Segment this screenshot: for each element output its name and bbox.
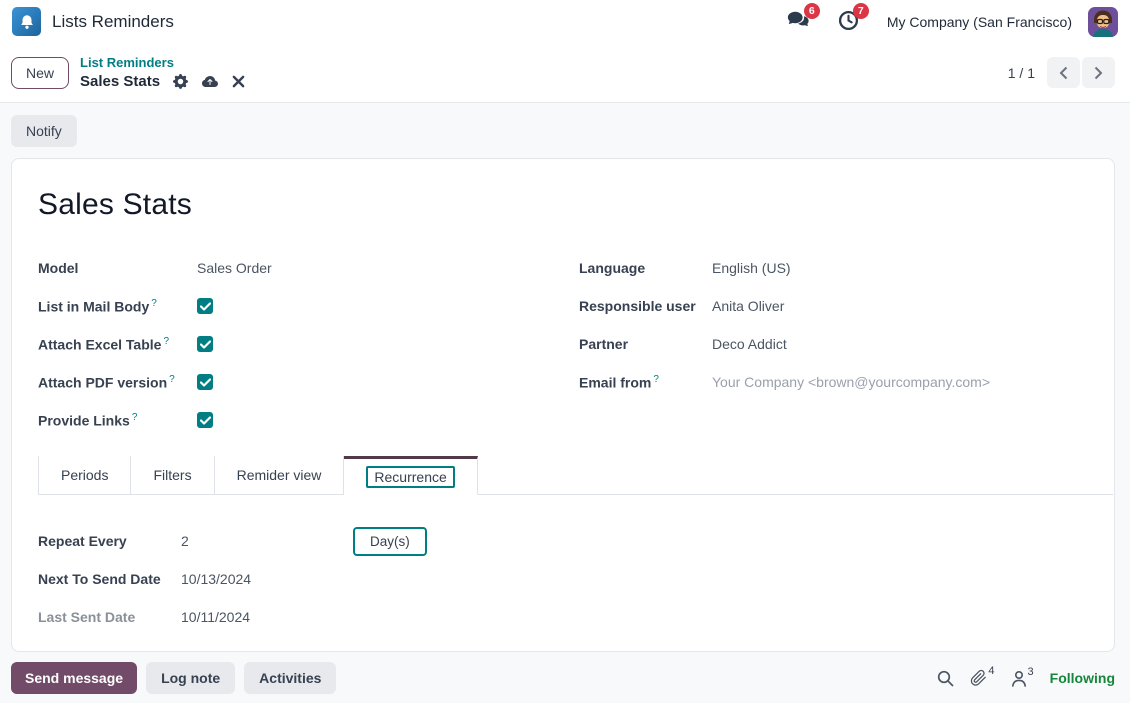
field-label: Next To Send Date bbox=[38, 571, 161, 587]
field-attach-pdf-version: Attach PDF version? bbox=[38, 363, 579, 401]
field-label: List in Mail Body? bbox=[38, 297, 157, 315]
notebook-tabs: Periods Filters Remider view Recurrence bbox=[38, 456, 1113, 495]
app-menu-icon[interactable] bbox=[12, 7, 41, 36]
field-label: Model bbox=[38, 260, 79, 276]
recurrence-tab-pane: Repeat Every 2 Day(s) Next To Send Date … bbox=[38, 495, 1114, 636]
paperclip-icon bbox=[971, 669, 987, 686]
pager-next-button[interactable] bbox=[1082, 57, 1115, 88]
email-from-value[interactable]: Your Company <brown@yourcompany.com> bbox=[712, 374, 990, 390]
new-button[interactable]: New bbox=[11, 56, 70, 89]
right-field-column: Language English (US) Responsible user A… bbox=[579, 249, 1114, 439]
activities-button[interactable]: Activities bbox=[244, 662, 337, 694]
form-sheet: Sales Stats Model Sales Order List in Ma… bbox=[11, 158, 1115, 652]
list-in-mail-body-checkbox[interactable] bbox=[197, 298, 213, 314]
search-icon bbox=[938, 670, 954, 686]
breadcrumb: List Reminders Sales Stats bbox=[80, 55, 245, 90]
field-label: Email from? bbox=[579, 373, 659, 391]
activities-menu[interactable]: 7 bbox=[838, 2, 869, 34]
tab-filters[interactable]: Filters bbox=[131, 456, 215, 494]
field-model: Model Sales Order bbox=[38, 249, 579, 287]
following-toggle[interactable]: Following bbox=[1050, 670, 1115, 686]
field-partner: Partner Deco Addict bbox=[579, 325, 1114, 363]
person-icon bbox=[1011, 670, 1026, 687]
attachments-count: 4 bbox=[988, 665, 995, 677]
field-label: Responsible user bbox=[579, 298, 696, 314]
model-value[interactable]: Sales Order bbox=[197, 260, 272, 276]
notify-button[interactable]: Notify bbox=[11, 115, 77, 147]
field-email-from: Email from? Your Company <brown@yourcomp… bbox=[579, 363, 1114, 401]
activities-badge: 7 bbox=[852, 2, 869, 19]
breadcrumb-current: Sales Stats bbox=[80, 73, 161, 91]
chatter-toolbar: Send message Log note Activities 4 3 Fol… bbox=[11, 661, 1115, 695]
tab-remider-view[interactable]: Remider view bbox=[214, 456, 345, 494]
next-to-send-date-value[interactable]: 10/13/2024 bbox=[181, 571, 251, 587]
field-provide-links: Provide Links? bbox=[38, 401, 579, 439]
check-icon bbox=[199, 415, 211, 425]
app-title[interactable]: Lists Reminders bbox=[52, 12, 174, 32]
settings-gear-icon[interactable] bbox=[173, 74, 189, 90]
field-label: Provide Links? bbox=[38, 411, 138, 429]
followers-count: 3 bbox=[1027, 665, 1034, 678]
help-icon[interactable]: ? bbox=[653, 374, 659, 385]
field-responsible-user: Responsible user Anita Oliver bbox=[579, 287, 1114, 325]
language-value[interactable]: English (US) bbox=[712, 260, 791, 276]
messages-badge: 6 bbox=[803, 3, 820, 19]
discard-x-icon[interactable] bbox=[232, 75, 245, 88]
help-icon[interactable]: ? bbox=[169, 374, 175, 385]
attach-excel-table-checkbox[interactable] bbox=[197, 336, 213, 352]
chevron-right-icon bbox=[1094, 66, 1103, 79]
statusbar: Notify bbox=[0, 103, 1130, 158]
provide-links-checkbox[interactable] bbox=[197, 412, 213, 428]
save-cloud-icon[interactable] bbox=[201, 74, 219, 90]
company-switcher[interactable]: My Company (San Francisco) bbox=[887, 14, 1072, 30]
field-list-in-mail-body: List in Mail Body? bbox=[38, 287, 579, 325]
left-field-column: Model Sales Order List in Mail Body? Att… bbox=[38, 249, 579, 439]
last-sent-date-value: 10/11/2024 bbox=[181, 609, 251, 625]
record-title[interactable]: Sales Stats bbox=[38, 188, 1114, 222]
help-icon[interactable]: ? bbox=[151, 298, 157, 309]
field-language: Language English (US) bbox=[579, 249, 1114, 287]
tab-recurrence[interactable]: Recurrence bbox=[344, 456, 478, 495]
repeat-every-value[interactable]: 2 bbox=[181, 533, 353, 549]
field-repeat-every: Repeat Every 2 Day(s) bbox=[38, 522, 1114, 560]
user-avatar[interactable] bbox=[1088, 6, 1118, 37]
check-icon bbox=[199, 301, 211, 311]
check-icon bbox=[199, 377, 211, 387]
field-label: Attach PDF version? bbox=[38, 373, 175, 391]
pager-previous-button[interactable] bbox=[1047, 57, 1080, 88]
fields-grid: Model Sales Order List in Mail Body? Att… bbox=[38, 249, 1114, 439]
pager-counter: 1 / 1 bbox=[1007, 64, 1035, 81]
top-navbar: Lists Reminders 6 7 My Company (San Fran… bbox=[0, 0, 1130, 43]
tab-periods[interactable]: Periods bbox=[38, 456, 132, 494]
field-next-to-send-date: Next To Send Date 10/13/2024 bbox=[38, 560, 1114, 598]
attach-pdf-version-checkbox[interactable] bbox=[197, 374, 213, 390]
control-panel: New List Reminders Sales Stats 1 / 1 bbox=[0, 43, 1130, 103]
field-last-sent-date: Last Sent Date 10/11/2024 bbox=[38, 598, 1114, 636]
help-icon[interactable]: ? bbox=[163, 336, 169, 347]
followers-button[interactable]: 3 bbox=[1011, 666, 1034, 687]
search-messages-button[interactable] bbox=[937, 670, 954, 687]
responsible-user-value[interactable]: Anita Oliver bbox=[712, 298, 784, 314]
field-label: Attach Excel Table? bbox=[38, 335, 170, 353]
field-label: Language bbox=[579, 260, 646, 276]
attachments-button[interactable]: 4 bbox=[970, 665, 995, 687]
log-note-button[interactable]: Log note bbox=[146, 662, 236, 694]
send-message-button[interactable]: Send message bbox=[11, 662, 138, 694]
chevron-left-icon bbox=[1059, 66, 1068, 79]
field-label: Repeat Every bbox=[38, 533, 127, 549]
breadcrumb-parent-link[interactable]: List Reminders bbox=[80, 55, 245, 71]
repeat-unit-button[interactable]: Day(s) bbox=[353, 526, 427, 556]
field-label: Last Sent Date bbox=[38, 609, 136, 625]
partner-value[interactable]: Deco Addict bbox=[712, 336, 787, 352]
bell-icon bbox=[20, 14, 33, 29]
field-attach-excel-table: Attach Excel Table? bbox=[38, 325, 579, 363]
pager: 1 / 1 bbox=[1008, 57, 1115, 88]
messages-menu[interactable]: 6 bbox=[786, 3, 820, 33]
help-icon[interactable]: ? bbox=[132, 412, 138, 423]
check-icon bbox=[199, 339, 211, 349]
field-label: Partner bbox=[579, 336, 629, 352]
